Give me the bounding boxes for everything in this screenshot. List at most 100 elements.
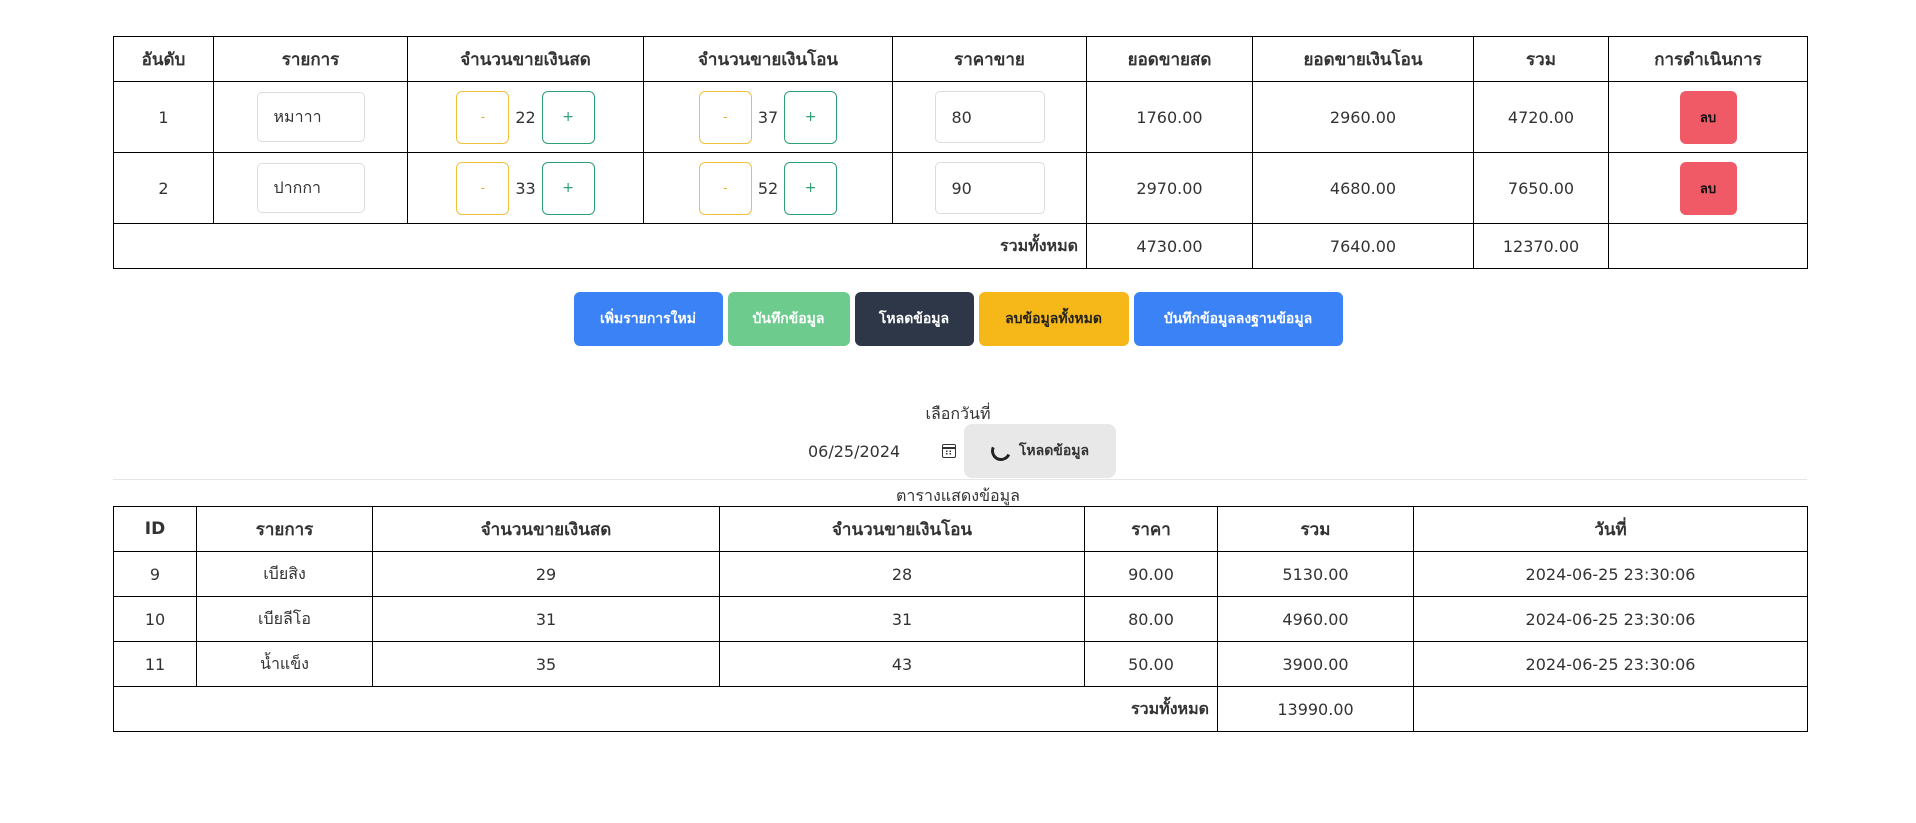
transfer-qty-minus-button[interactable]: - [698, 161, 752, 215]
cash-qty-plus-button[interactable]: + [541, 161, 595, 215]
table-header-row: ID รายการ จำนวนขายเงินสด จำนวนขายเงินโอน… [113, 506, 1808, 552]
action-button-bar: เพิ่มรายการใหม่ บันทึกข้อมูล โหลดข้อมูล … [0, 292, 1916, 346]
header-price: ราคาขาย [892, 36, 1087, 82]
row-name: เบียลีโอ [196, 596, 373, 642]
load-data-button[interactable]: โหลดข้อมูล [854, 292, 974, 346]
transfer-qty-value: 37 [757, 107, 779, 127]
cash-qty-stepper: - 33 + [456, 161, 595, 215]
total-label: รวมทั้งหมด [113, 686, 1218, 732]
transfer-qty-minus-button[interactable]: - [698, 90, 752, 144]
transfer-qty-plus-button[interactable]: + [784, 161, 838, 215]
grand-total: 13990.00 [1217, 686, 1414, 732]
saved-data-table: ID รายการ จำนวนขายเงินสด จำนวนขายเงินโอน… [113, 506, 1808, 732]
header-actions: การดำเนินการ [1608, 36, 1808, 82]
total-row: รวมทั้งหมด 13990.00 [113, 686, 1808, 732]
row-cash-qty: 35 [372, 641, 720, 687]
date-input[interactable]: 06/25/2024 [794, 424, 964, 478]
clear-all-button[interactable]: ลบข้อมูลทั้งหมด [978, 292, 1129, 346]
row-transfer-qty: 43 [719, 641, 1085, 687]
row-date: 2024-06-25 23:30:06 [1413, 551, 1808, 597]
row-price: 80.00 [1084, 596, 1218, 642]
add-item-button[interactable]: เพิ่มรายการใหม่ [573, 292, 723, 346]
header-transfer-qty: จำนวนขายเงินโอน [719, 506, 1085, 552]
header-id: ID [113, 506, 197, 552]
table-row: 9 เบียสิง 29 28 90.00 5130.00 2024-06-25… [113, 551, 1808, 597]
delete-button[interactable]: ลบ [1679, 90, 1737, 144]
cash-qty-minus-button[interactable]: - [456, 90, 510, 144]
sales-entry-table: อันดับ รายการ จำนวนขายเงินสด จำนวนขายเงิ… [113, 36, 1808, 269]
save-to-database-button[interactable]: บันทึกข้อมูลลงฐานข้อมูล [1133, 292, 1343, 346]
row-date: 2024-06-25 23:30:06 [1413, 596, 1808, 642]
row-cash-sales: 2970.00 [1086, 152, 1253, 224]
table-header-row: อันดับ รายการ จำนวนขายเงินสด จำนวนขายเงิ… [113, 36, 1808, 82]
transfer-qty-stepper: - 52 + [698, 161, 838, 215]
row-id: 9 [113, 551, 197, 597]
calendar-icon[interactable] [942, 444, 956, 458]
row-rank: 2 [113, 152, 214, 224]
header-item: รายการ [196, 506, 373, 552]
row-total: 3900.00 [1217, 641, 1414, 687]
total-row: รวมทั้งหมด 4730.00 7640.00 12370.00 [113, 223, 1808, 269]
price-input[interactable] [934, 91, 1045, 143]
header-total: รวม [1217, 506, 1414, 552]
header-cash-sales: ยอดขายสด [1086, 36, 1253, 82]
load-by-date-label: โหลดข้อมูล [1018, 443, 1090, 459]
header-cash-qty: จำนวนขายเงินสด [372, 506, 720, 552]
item-name-input[interactable] [256, 92, 365, 142]
row-cash-qty: 31 [372, 596, 720, 642]
table-row: 1 - 22 + - 37 + 1760.0 [113, 81, 1808, 153]
transfer-qty-value: 52 [757, 178, 779, 198]
row-rank: 1 [113, 81, 214, 153]
spinner-icon [988, 438, 1014, 464]
load-by-date-button[interactable]: โหลดข้อมูล [964, 424, 1116, 478]
save-button[interactable]: บันทึกข้อมูล [727, 292, 850, 346]
total-transfer-sales: 7640.00 [1252, 223, 1474, 269]
row-date: 2024-06-25 23:30:06 [1413, 641, 1808, 687]
header-rank: อันดับ [113, 36, 214, 82]
row-total: 4720.00 [1473, 81, 1609, 153]
row-transfer-sales: 2960.00 [1252, 81, 1474, 153]
row-name: เบียสิง [196, 551, 373, 597]
transfer-qty-plus-button[interactable]: + [784, 90, 838, 144]
row-total: 5130.00 [1217, 551, 1414, 597]
header-item: รายการ [213, 36, 408, 82]
header-transfer-qty: จำนวนขายเงินโอน [643, 36, 893, 82]
row-cash-sales: 1760.00 [1086, 81, 1253, 153]
divider [113, 479, 1807, 480]
table-row: 11 น้ำแข็ง 35 43 50.00 3900.00 2024-06-2… [113, 641, 1808, 687]
delete-button[interactable]: ลบ [1679, 161, 1737, 215]
saved-data-table-container: ID รายการ จำนวนขายเงินสด จำนวนขายเงินโอน… [113, 506, 1808, 732]
cash-qty-plus-button[interactable]: + [541, 90, 595, 144]
date-filter-row: 06/25/2024 โหลดข้อมูล [794, 424, 1116, 478]
table-row: 2 - 33 + - 52 + 2970.0 [113, 152, 1808, 224]
header-cash-qty: จำนวนขายเงินสด [407, 36, 644, 82]
row-total: 7650.00 [1473, 152, 1609, 224]
cash-qty-minus-button[interactable]: - [456, 161, 510, 215]
table-row: 10 เบียลีโอ 31 31 80.00 4960.00 2024-06-… [113, 596, 1808, 642]
cash-qty-value: 22 [515, 107, 536, 127]
header-price: ราคา [1084, 506, 1218, 552]
total-label: รวมทั้งหมด [113, 223, 1087, 269]
row-id: 10 [113, 596, 197, 642]
total-cash-sales: 4730.00 [1086, 223, 1253, 269]
row-cash-qty: 29 [372, 551, 720, 597]
header-transfer-sales: ยอดขายเงินโอน [1252, 36, 1474, 82]
transfer-qty-stepper: - 37 + [698, 90, 838, 144]
sales-entry-table-container: อันดับ รายการ จำนวนขายเงินสด จำนวนขายเงิ… [113, 36, 1808, 269]
row-id: 11 [113, 641, 197, 687]
date-input-value: 06/25/2024 [808, 441, 901, 461]
header-total: รวม [1473, 36, 1609, 82]
cash-qty-value: 33 [515, 178, 536, 198]
row-transfer-qty: 28 [719, 551, 1085, 597]
row-transfer-sales: 4680.00 [1252, 152, 1474, 224]
row-price: 90.00 [1084, 551, 1218, 597]
grand-total: 12370.00 [1473, 223, 1609, 269]
row-transfer-qty: 31 [719, 596, 1085, 642]
cash-qty-stepper: - 22 + [456, 90, 595, 144]
header-date: วันที่ [1413, 506, 1808, 552]
row-price: 50.00 [1084, 641, 1218, 687]
row-name: น้ำแข็ง [196, 641, 373, 687]
row-total: 4960.00 [1217, 596, 1414, 642]
price-input[interactable] [934, 162, 1045, 214]
item-name-input[interactable] [256, 163, 365, 213]
